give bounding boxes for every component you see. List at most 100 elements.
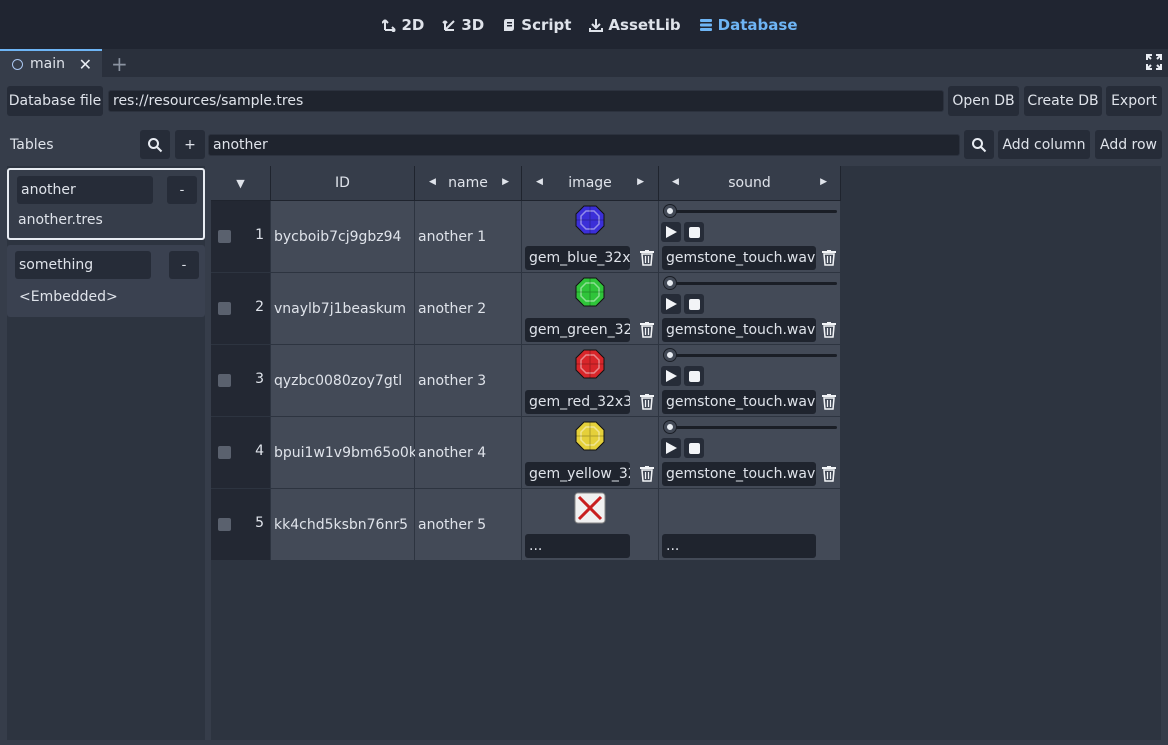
stop-button[interactable]: [684, 366, 704, 386]
remove-table-button[interactable]: -: [169, 251, 199, 279]
image-path-field[interactable]: gem_green_32: [525, 318, 630, 342]
row-select-checkbox[interactable]: [218, 302, 231, 315]
move-right-icon[interactable]: ▶: [820, 177, 827, 187]
move-right-icon[interactable]: ▶: [502, 177, 509, 187]
table-name-input[interactable]: another: [17, 176, 153, 204]
image-path-field[interactable]: gem_blue_32x: [525, 246, 630, 270]
image-cell[interactable]: gem_blue_32x: [522, 201, 659, 273]
trash-icon[interactable]: [640, 322, 654, 338]
add-column-button[interactable]: Add column: [998, 130, 1090, 159]
sound-path-field[interactable]: gemstone_touch.wav: [662, 246, 816, 270]
name-cell[interactable]: another 3: [415, 345, 522, 417]
add-row-button[interactable]: Add row: [1095, 130, 1162, 159]
id-cell[interactable]: bpui1w1v9bm65o0k: [271, 417, 417, 489]
column-header-sound[interactable]: ◀ sound ▶: [659, 166, 841, 201]
trash-icon[interactable]: [640, 394, 654, 410]
workspace-2d-button[interactable]: 2D: [373, 10, 433, 40]
table-name-input[interactable]: something: [15, 251, 151, 279]
add-table-button[interactable]: +: [175, 130, 205, 159]
slider-handle[interactable]: [664, 349, 676, 361]
open-db-button[interactable]: Open DB: [948, 86, 1019, 116]
sound-cell[interactable]: gemstone_touch.wav: [659, 345, 841, 417]
add-scene-tab-icon[interactable]: +: [111, 52, 128, 76]
name-cell[interactable]: another 1: [415, 201, 522, 273]
move-left-icon[interactable]: ◀: [672, 177, 679, 187]
row-select-checkbox[interactable]: [218, 374, 231, 387]
table-name-field[interactable]: another: [208, 134, 960, 156]
workspace-assetlib-label: AssetLib: [608, 15, 681, 34]
workspace-assetlib-button[interactable]: AssetLib: [580, 10, 689, 40]
image-path-field[interactable]: ...: [525, 534, 630, 558]
name-value: another 3: [418, 372, 487, 389]
table-card-another[interactable]: another - another.tres: [7, 168, 205, 240]
trash-icon[interactable]: [822, 250, 836, 266]
sound-seek-slider[interactable]: [667, 354, 837, 357]
sound-path-field[interactable]: gemstone_touch.wav: [662, 318, 816, 342]
name-cell[interactable]: another 2: [415, 273, 522, 345]
play-button[interactable]: [661, 294, 681, 314]
select-all-dropdown[interactable]: ▼: [211, 166, 271, 201]
id-cell[interactable]: kk4chd5ksbn76nr5: [271, 489, 415, 561]
close-icon[interactable]: ✕: [79, 55, 92, 74]
trash-icon[interactable]: [822, 322, 836, 338]
column-header-id[interactable]: ID: [271, 166, 415, 201]
stop-button[interactable]: [684, 222, 704, 242]
table-file-label: another.tres: [18, 212, 103, 228]
workspace-script-button[interactable]: Script: [493, 10, 580, 40]
slider-handle[interactable]: [664, 421, 676, 433]
stop-button[interactable]: [684, 294, 704, 314]
trash-icon[interactable]: [822, 466, 836, 482]
id-cell[interactable]: qyzbc0080zoy7gtl: [271, 345, 415, 417]
remove-table-button[interactable]: -: [167, 176, 197, 204]
sound-path-field[interactable]: gemstone_touch.wav: [662, 462, 816, 486]
name-cell[interactable]: another 5: [415, 489, 522, 561]
row-select-checkbox[interactable]: [218, 518, 231, 531]
sound-cell[interactable]: gemstone_touch.wav: [659, 417, 841, 489]
sound-cell[interactable]: ...: [659, 489, 841, 561]
image-path-field[interactable]: gem_yellow_32: [525, 462, 630, 486]
workspace-3d-button[interactable]: 3D: [433, 10, 493, 40]
trash-icon[interactable]: [640, 466, 654, 482]
sound-seek-slider[interactable]: [667, 210, 837, 213]
play-button[interactable]: [661, 366, 681, 386]
move-left-icon[interactable]: ◀: [429, 177, 436, 187]
export-button[interactable]: Export: [1106, 86, 1162, 116]
create-db-button[interactable]: Create DB: [1024, 86, 1102, 116]
database-path-field[interactable]: res://resources/sample.tres: [108, 90, 944, 112]
scene-tab-main[interactable]: main ✕: [0, 49, 102, 77]
name-cell[interactable]: another 4: [415, 417, 522, 489]
slider-handle[interactable]: [664, 277, 676, 289]
stop-button[interactable]: [684, 438, 704, 458]
image-path-field[interactable]: gem_red_32x3: [525, 390, 630, 414]
sound-seek-slider[interactable]: [667, 426, 837, 429]
id-cell[interactable]: bycboib7cj9gbz94: [271, 201, 415, 273]
sound-seek-slider[interactable]: [667, 282, 837, 285]
workspace-database-button[interactable]: Database: [690, 10, 807, 40]
play-button[interactable]: [661, 438, 681, 458]
sound-cell[interactable]: gemstone_touch.wav: [659, 273, 841, 345]
sound-cell[interactable]: gemstone_touch.wav: [659, 201, 841, 273]
sound-path-field[interactable]: gemstone_touch.wav: [662, 390, 816, 414]
image-cell[interactable]: gem_green_32: [522, 273, 659, 345]
image-cell[interactable]: gem_red_32x3: [522, 345, 659, 417]
row-number: 1: [255, 227, 264, 243]
trash-icon[interactable]: [640, 250, 654, 266]
database-file-button[interactable]: Database file: [7, 86, 103, 116]
search-tables-button[interactable]: [140, 130, 170, 159]
id-cell[interactable]: vnaylb7j1beaskum: [271, 273, 415, 345]
sound-path-field[interactable]: ...: [662, 534, 816, 558]
row-select-checkbox[interactable]: [218, 446, 231, 459]
move-left-icon[interactable]: ◀: [536, 177, 543, 187]
trash-icon[interactable]: [822, 394, 836, 410]
table-card-something[interactable]: something - <Embedded>: [7, 245, 205, 317]
image-cell[interactable]: gem_yellow_32: [522, 417, 659, 489]
row-select-checkbox[interactable]: [218, 230, 231, 243]
play-button[interactable]: [661, 222, 681, 242]
column-header-name[interactable]: ◀ name ▶: [415, 166, 522, 201]
fullscreen-icon[interactable]: [1146, 54, 1162, 70]
image-cell[interactable]: ...: [522, 489, 659, 561]
column-header-image[interactable]: ◀ image ▶: [522, 166, 659, 201]
move-right-icon[interactable]: ▶: [637, 177, 644, 187]
slider-handle[interactable]: [664, 205, 676, 217]
search-rows-button[interactable]: [964, 130, 994, 159]
